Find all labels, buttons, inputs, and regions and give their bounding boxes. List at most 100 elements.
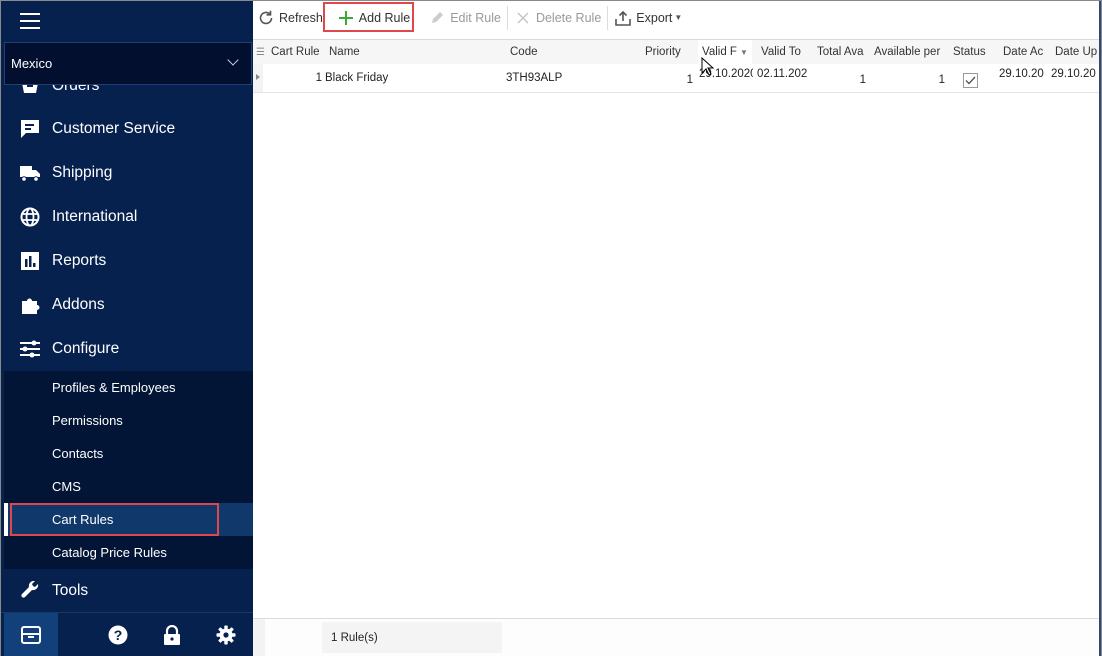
export-icon (614, 9, 632, 27)
delete-rule-label: Delete Rule (535, 10, 602, 25)
store-selector-overlay[interactable]: Mexico (4, 42, 252, 85)
submenu-item-permissions[interactable]: Permissions (4, 404, 253, 437)
sidebar-item-label: Tools (52, 582, 89, 599)
add-rule-button[interactable]: Add Rule (333, 5, 414, 31)
column-header-priority[interactable]: Priority (641, 40, 693, 64)
table-row[interactable]: 1 Black Friday 3TH93ALP 1 29.10.2020 02.… (253, 64, 1101, 93)
column-header-label: Status (953, 46, 986, 58)
submenu-item-catalog-price-rules[interactable]: Catalog Price Rules (4, 536, 253, 569)
mouse-cursor-icon (701, 57, 715, 76)
column-header-available-per-user[interactable]: Available per (870, 40, 943, 64)
filter-icon[interactable]: ▼ (740, 48, 748, 57)
cell-code: 3TH93ALP (506, 72, 563, 84)
column-header-label: Available per (874, 46, 941, 58)
gear-icon[interactable] (199, 613, 253, 656)
sidebar-item-label: Customer Service (52, 120, 176, 137)
toolbar: Refresh Add Rule Edit Rule Delete Rule E… (253, 1, 1101, 34)
column-header-label: Code (510, 46, 538, 58)
truck-icon (19, 162, 41, 184)
plus-icon (337, 9, 355, 27)
sidebar-item-configure[interactable]: Configure (1, 327, 253, 371)
hamburger-icon[interactable] (20, 13, 40, 29)
submenu-item-label: Permissions (52, 413, 123, 428)
sidebar-item-label: International (52, 208, 138, 225)
sidebar-item-addons[interactable]: Addons (1, 283, 253, 327)
footer-indicator (253, 619, 265, 656)
cell-valid-to: 02.11.202 (757, 68, 808, 80)
cell-name: Black Friday (325, 72, 389, 84)
caret-down-icon: ▼ (674, 13, 683, 22)
add-rule-label: Add Rule (358, 10, 411, 25)
globe-icon (19, 206, 41, 228)
cell-date-added: 29.10.20 (999, 68, 1044, 80)
close-icon (514, 9, 532, 27)
inbox-icon[interactable] (4, 613, 58, 656)
row-indicator[interactable] (253, 64, 263, 92)
rule-count: 1 Rule(s) (322, 622, 502, 653)
export-button[interactable]: Export ▼ (610, 5, 686, 31)
submenu-item-contacts[interactable]: Contacts (4, 437, 253, 470)
cart-rules-grid: ☰ Cart Rule Name Code Priority Valid F ▼… (253, 39, 1101, 617)
chat-icon (19, 118, 41, 140)
submenu-item-label: Catalog Price Rules (52, 545, 167, 560)
cell-cart-rule-id: 1 (315, 72, 322, 84)
column-header-label: Priority (645, 46, 681, 58)
submenu-item-cart-rules[interactable]: Cart Rules (4, 503, 253, 536)
refresh-icon (257, 9, 275, 27)
sidebar-item-label: Configure (52, 340, 120, 357)
submenu-item-label: Cart Rules (52, 512, 114, 527)
submenu-item-profiles-employees[interactable]: Profiles & Employees (4, 371, 253, 404)
submenu-item-cms[interactable]: CMS (4, 470, 253, 503)
sidebar-item-label: Reports (52, 252, 107, 269)
column-header-label: Date Up (1055, 46, 1097, 58)
refresh-label: Refresh (279, 10, 323, 25)
window-edge (1099, 1, 1101, 656)
column-header-code[interactable]: Code (506, 40, 639, 64)
column-header-label: Date Ac (1003, 46, 1044, 58)
column-chooser-icon[interactable]: ☰ (253, 40, 267, 64)
store-selector-value: Mexico (11, 56, 53, 71)
status-checkbox[interactable] (963, 72, 978, 88)
edit-rule-button[interactable]: Edit Rule (424, 5, 505, 31)
column-header-total-available[interactable]: Total Ava (813, 40, 865, 64)
column-header-label: Name (329, 46, 360, 58)
sidebar-item-customer-service[interactable]: Customer Service (1, 107, 253, 151)
sidebar-item-shipping[interactable]: Shipping (1, 151, 253, 195)
toolbar-separator (607, 5, 609, 30)
row-pointer-icon (256, 74, 260, 80)
column-header-label: Valid To (761, 46, 801, 58)
column-header-cart-rule[interactable]: Cart Rule (267, 40, 321, 64)
main-panel: Refresh Add Rule Edit Rule Delete Rule E… (253, 1, 1101, 656)
column-header-label: Cart Rule (271, 46, 320, 58)
help-icon[interactable]: ? (91, 613, 145, 656)
pencil-icon (428, 9, 446, 27)
sidebar-item-label: Shipping (52, 164, 113, 181)
column-header-status[interactable]: Status (949, 40, 993, 64)
column-header-date-updated[interactable]: Date Up (1051, 40, 1097, 64)
sidebar-item-label: Addons (52, 296, 105, 313)
grid-header: ☰ Cart Rule Name Code Priority Valid F ▼… (253, 40, 1101, 64)
refresh-button[interactable]: Refresh (253, 5, 327, 31)
toolbar-separator (506, 5, 508, 30)
column-header-name[interactable]: Name (325, 40, 501, 64)
cell-priority: 1 (686, 74, 693, 86)
chevron-down-icon (227, 54, 239, 66)
active-item-marker (4, 503, 8, 536)
puzzle-icon (19, 294, 41, 316)
sidebar: Mexico Orders Mexico Customer Service Sh… (1, 1, 253, 656)
edit-rule-label: Edit Rule (450, 10, 501, 25)
cell-status (963, 64, 993, 92)
column-header-date-added[interactable]: Date Ac (999, 40, 1045, 64)
delete-rule-button[interactable]: Delete Rule (510, 5, 605, 31)
column-header-valid-to[interactable]: Valid To (757, 40, 811, 64)
sidebar-item-tools[interactable]: Tools (1, 569, 253, 613)
lock-icon[interactable] (145, 613, 199, 656)
sliders-icon (19, 338, 41, 360)
sidebar-item-reports[interactable]: Reports (1, 239, 253, 283)
svg-text:?: ? (114, 627, 123, 643)
wrench-icon (19, 580, 41, 602)
cell-total-available: 1 (859, 74, 866, 86)
cell-date-updated: 29.10.20 (1051, 68, 1096, 80)
export-label: Export (636, 10, 673, 25)
sidebar-item-international[interactable]: International (1, 195, 253, 239)
